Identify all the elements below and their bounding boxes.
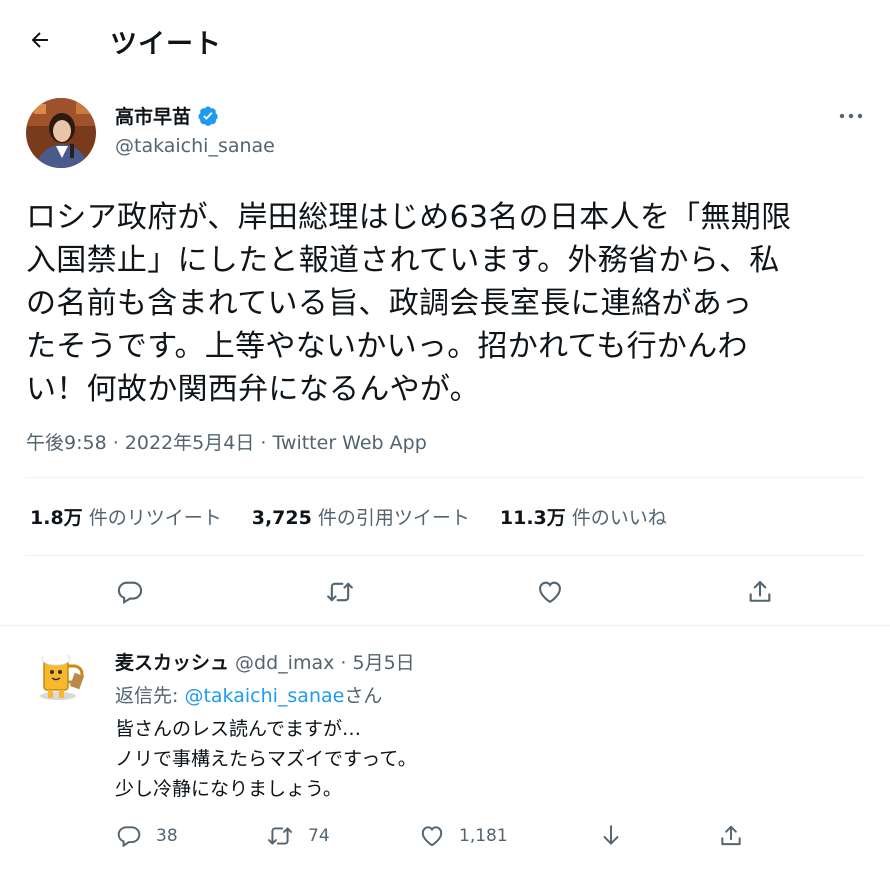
tweet-text-line: い！何故か関西弁になるんやが。 — [26, 372, 480, 407]
reply-icon — [117, 826, 141, 848]
reply-header: 麦スカッシュ @dd_imax · 5月5日 — [115, 648, 415, 675]
retweet-icon — [327, 582, 353, 602]
retweet-count: 74 — [308, 826, 330, 846]
meta-separator: · — [106, 432, 125, 454]
heart-icon — [421, 826, 443, 847]
reply-icon — [117, 581, 143, 605]
retweet-icon — [267, 827, 293, 845]
reply-text-line: ノリで事構えたらマズイですって。 — [115, 748, 417, 770]
reply-count: 38 — [156, 826, 178, 846]
share-icon — [721, 825, 741, 846]
quotes-stat[interactable]: 3,725 件の引用ツイート — [252, 503, 470, 530]
tweet-actions — [0, 570, 890, 614]
verified-badge-icon — [198, 106, 218, 126]
retweets-count: 1.8万 — [30, 507, 83, 529]
author-handle[interactable]: @takaichi_sanae — [115, 135, 275, 157]
reply-to-mention-link[interactable]: @takaichi_sanae — [184, 685, 344, 707]
share-icon — [749, 581, 771, 602]
reply-to-suffix: さん — [344, 685, 383, 707]
likes-stat[interactable]: 11.3万 件のいいね — [500, 503, 667, 530]
author-avatar[interactable] — [26, 98, 96, 168]
reply-actions: 38 74 1,181 — [0, 818, 890, 854]
more-options-button[interactable] — [836, 104, 866, 128]
divider — [0, 625, 890, 626]
reply-reply-button[interactable]: 38 — [116, 818, 178, 854]
header-bar: ツイート — [0, 0, 890, 80]
reply-author-avatar[interactable] — [28, 644, 92, 708]
retweets-label: 件のリツイート — [82, 507, 222, 529]
tweet-meta: 午後9:58 · 2022年5月4日 · Twitter Web App — [26, 428, 427, 455]
retweet-button[interactable] — [318, 570, 362, 614]
reply-date[interactable]: · 5月5日 — [334, 652, 414, 674]
like-button[interactable] — [528, 570, 572, 614]
author-name-text[interactable]: 高市早苗 — [115, 102, 191, 129]
share-button[interactable] — [738, 570, 782, 614]
tweet-source-link[interactable]: Twitter Web App — [272, 432, 426, 454]
tweet-date: 2022年5月4日 — [124, 432, 255, 454]
reply-to-prefix: 返信先: — [115, 685, 185, 707]
tweet-text-line: 入国禁止」にしたと報道されています。外務省から、私 — [26, 243, 780, 278]
reply-text-line: 皆さんのレス読んでますが… — [115, 718, 362, 740]
tweet-time-link[interactable]: 午後9:58 · 2022年5月4日 — [26, 432, 254, 454]
reply-to-line: 返信先: @takaichi_sanaeさん — [115, 681, 382, 708]
likes-label: 件のいいね — [565, 507, 667, 529]
tweet-stats: 1.8万 件のリツイート 3,725 件の引用ツイート 11.3万 件のいいね — [30, 503, 697, 530]
back-button[interactable] — [22, 22, 58, 58]
tweet-text-line: の名前も含まれている旨、政調会長室長に連絡があっ — [26, 286, 753, 321]
reply-downvote-button[interactable] — [598, 818, 624, 854]
reply-like-button[interactable]: 1,181 — [419, 818, 508, 854]
like-count: 1,181 — [459, 826, 508, 846]
likes-count: 11.3万 — [499, 507, 566, 529]
author-name[interactable]: 高市早苗 — [115, 102, 219, 129]
divider — [26, 477, 866, 478]
divider — [26, 555, 866, 556]
meta-separator: · — [254, 432, 273, 454]
reply-retweet-button[interactable]: 74 — [266, 818, 330, 854]
tweet-text: ロシア政府が、岸田総理はじめ63名の日本人を「無期限 入国禁止」にしたと報道され… — [26, 196, 876, 411]
reply-text: 皆さんのレス読んでますが… ノリで事構えたらマズイですって。 少し冷静になりまし… — [115, 714, 417, 804]
heart-icon — [539, 581, 561, 604]
reply-text-line: 少し冷静になりましょう。 — [115, 778, 342, 800]
tweet-time: 午後9:58 — [26, 432, 107, 454]
arrow-left-icon — [31, 32, 48, 48]
quotes-label: 件の引用ツイート — [311, 507, 470, 529]
reply-button[interactable] — [108, 570, 152, 614]
reply-author-handle[interactable]: @dd_imax — [229, 652, 334, 674]
more-dots-icon — [839, 113, 863, 119]
reply-author-name[interactable]: 麦スカッシュ — [115, 652, 229, 674]
quotes-count: 3,725 — [251, 507, 312, 529]
reply-share-button[interactable] — [718, 818, 744, 854]
arrow-down-icon — [603, 825, 619, 845]
retweets-stat[interactable]: 1.8万 件のリツイート — [30, 503, 222, 530]
tweet-text-line: ロシア政府が、岸田総理はじめ63名の日本人を「無期限 — [26, 200, 792, 235]
page-title: ツイート — [110, 29, 222, 60]
tweet-text-line: たそうです。上等やないかいっ。招かれても行かんわ — [26, 329, 748, 364]
